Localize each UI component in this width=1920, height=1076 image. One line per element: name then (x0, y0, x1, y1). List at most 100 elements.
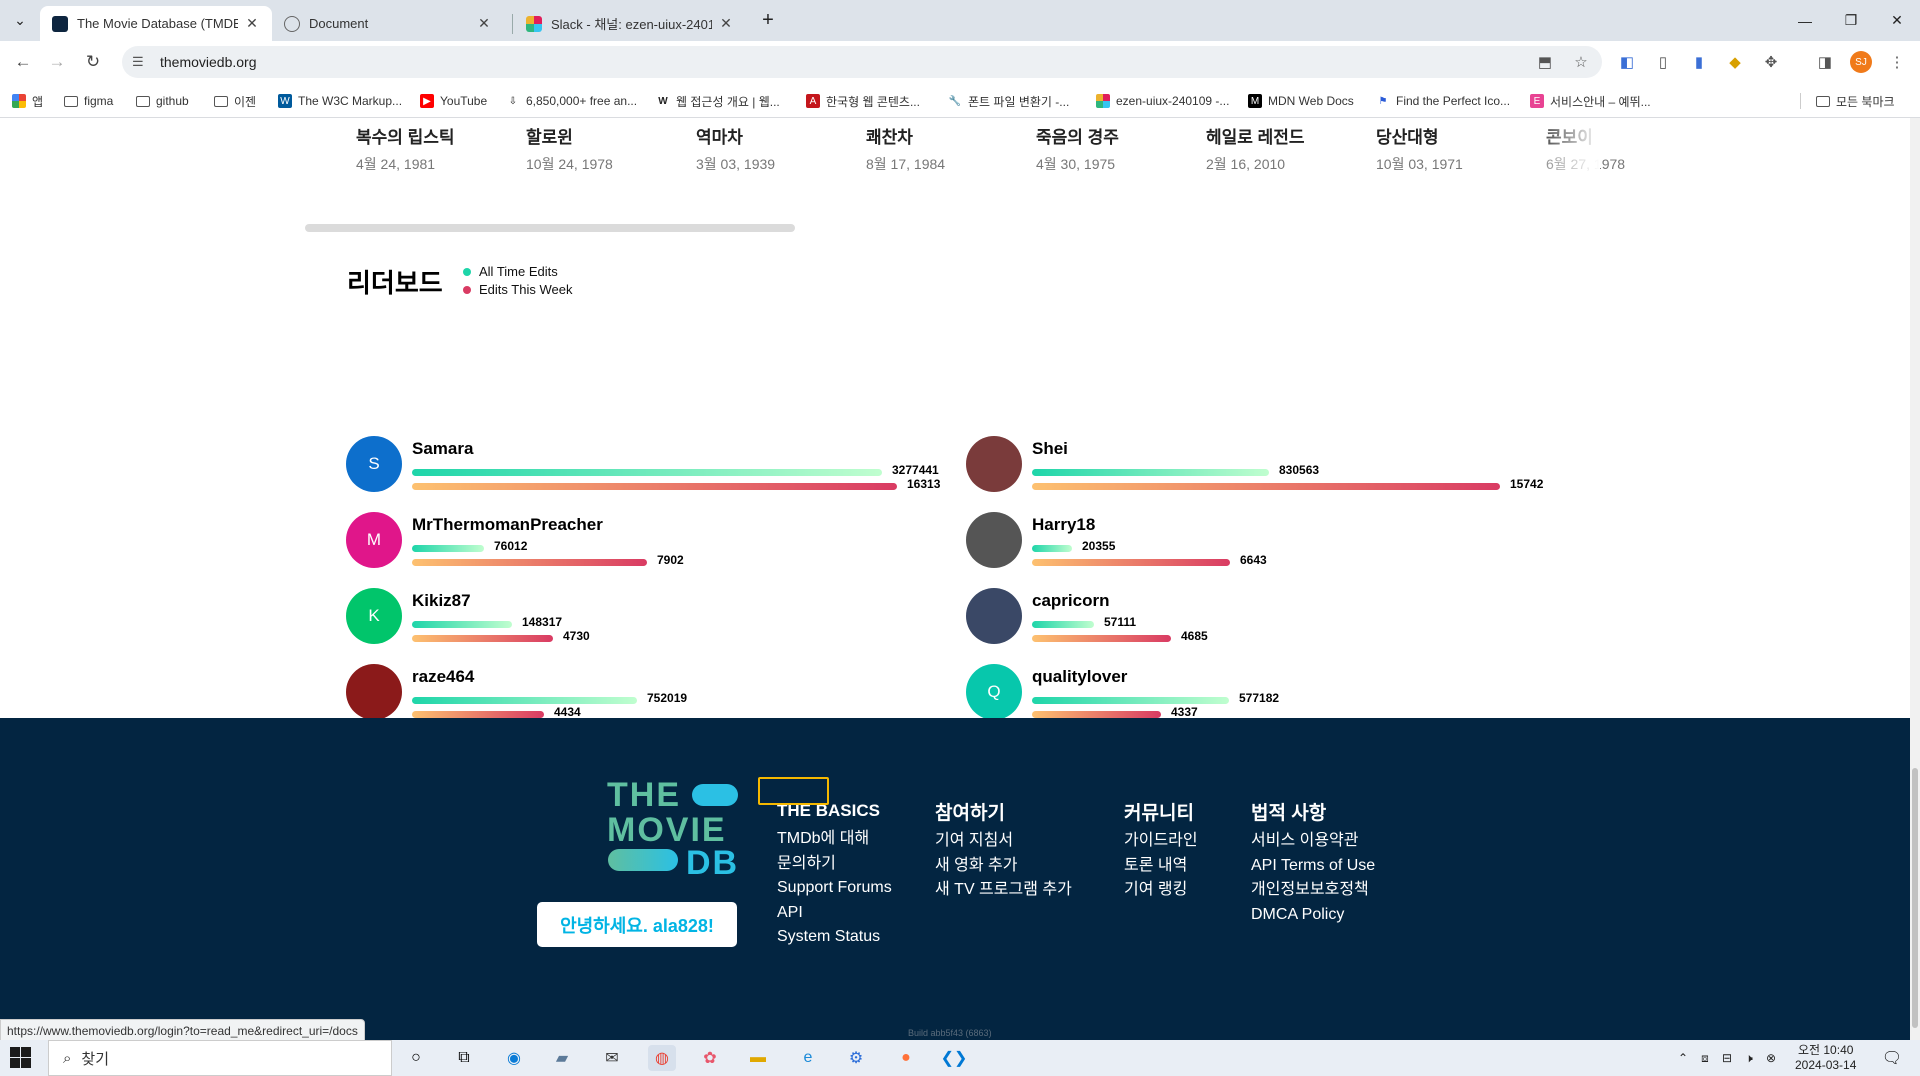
movie-card[interactable]: 헤일로 레전드 2월 16, 2010 (1206, 123, 1366, 174)
footer-link-terms[interactable]: 서비스 이용약관 (1251, 829, 1375, 854)
footer-link-contact[interactable]: 문의하기 (777, 852, 892, 877)
movie-title[interactable]: 죽음의 경주 (1036, 123, 1196, 148)
bookmark-github[interactable]: github (136, 91, 189, 111)
bookmark-figma[interactable]: figma (64, 91, 113, 111)
app-icon[interactable]: ⚙ (842, 1045, 870, 1071)
cortana-icon[interactable]: ○ (402, 1045, 430, 1071)
username-link[interactable]: capricorn (1032, 591, 1109, 611)
firefox-icon[interactable]: ● (892, 1045, 920, 1071)
bookmark-free-icons[interactable]: ⇩ 6,850,000+ free an... (506, 91, 637, 111)
bookmark-apps[interactable]: 앱 (12, 91, 43, 111)
footer-link-support-forums[interactable]: Support Forums (777, 876, 892, 901)
app-icon[interactable]: ✿ (696, 1045, 724, 1071)
bookmark-star-icon[interactable]: ☆ (1570, 51, 1592, 73)
avatar[interactable]: Q (966, 664, 1022, 720)
chrome-icon[interactable]: ◍ (648, 1045, 676, 1071)
footer-link-leaderboard[interactable]: 기여 랭킹 (1124, 878, 1198, 903)
footer-link-discussions[interactable]: 토론 내역 (1124, 854, 1198, 879)
movie-card[interactable]: 당산대형 10월 03, 1971 (1376, 123, 1536, 174)
avatar[interactable] (966, 512, 1022, 568)
volume-muted-icon[interactable]: 🕨 (1738, 1051, 1760, 1066)
scrollbar-thumb[interactable] (1912, 768, 1918, 1028)
tab-tmdb[interactable]: The Movie Database (TMDB) ✕ (40, 6, 272, 41)
movie-title[interactable]: 복수의 립스틱 (356, 123, 516, 148)
bookmark-web-a11y[interactable]: W 웹 접근성 개요 | 웹... (656, 91, 779, 111)
bookmark-slack[interactable]: ezen-uiux-240109 -... (1096, 91, 1229, 111)
movie-card[interactable]: 할로윈 10월 24, 1978 (526, 123, 686, 174)
restore-icon[interactable]: ❐ (1828, 0, 1874, 41)
username-link[interactable]: Samara (412, 439, 473, 459)
notification-status-icon[interactable]: ⊗ (1760, 1051, 1782, 1065)
vertical-scrollbar[interactable] (1910, 118, 1920, 1040)
username-link[interactable]: Kikiz87 (412, 591, 471, 611)
app-tray-icon[interactable]: ⧈ (1694, 1051, 1716, 1066)
bookmark-font-converter[interactable]: 🔧 폰트 파일 변환기 -... (948, 91, 1070, 111)
username-link[interactable]: raze464 (412, 667, 474, 687)
tab-search-icon[interactable]: ⌄ (0, 0, 40, 41)
close-tab-icon[interactable]: ✕ (476, 15, 492, 32)
footer-link-api[interactable]: API (777, 901, 892, 926)
extension-icon[interactable]: ◆ (1724, 51, 1746, 73)
extensions-puzzle-icon[interactable]: ✥ (1760, 51, 1782, 73)
footer-link-dmca[interactable]: DMCA Policy (1251, 903, 1375, 928)
bookmark-w3c[interactable]: W The W3C Markup... (278, 91, 402, 111)
greeting-button[interactable]: 안녕하세요. ala828! (537, 902, 737, 947)
avatar[interactable] (966, 588, 1022, 644)
movie-title[interactable]: 쾌찬차 (866, 123, 1026, 148)
movie-card[interactable]: 죽음의 경주 4월 30, 1975 (1036, 123, 1196, 174)
file-explorer-icon[interactable]: ▬ (744, 1045, 772, 1071)
profile-avatar[interactable]: SJ (1850, 51, 1872, 73)
avatar[interactable] (966, 436, 1022, 492)
close-window-icon[interactable]: ✕ (1874, 0, 1920, 41)
tab-slack[interactable]: Slack - 채널: ezen-uiux-240109 ✕ (514, 6, 746, 41)
footer-link-guidelines[interactable]: 가이드라인 (1124, 829, 1198, 854)
address-bar[interactable]: ☰ themoviedb.org (122, 46, 1602, 78)
footer-link-api-terms[interactable]: API Terms of Use (1251, 854, 1375, 879)
movie-title[interactable]: 할로윈 (526, 123, 686, 148)
avatar[interactable]: S (346, 436, 402, 492)
extension-icon[interactable]: ◧ (1616, 51, 1638, 73)
movie-card[interactable]: 역마차 3월 03, 1939 (696, 123, 856, 174)
footer-link-privacy[interactable]: 개인정보보호정책 (1251, 878, 1375, 903)
footer-link-bible[interactable]: 기여 지침서 (935, 829, 1072, 854)
username-link[interactable]: Harry18 (1032, 515, 1095, 535)
taskbar-search[interactable]: ⌕ 찾기 (48, 1040, 392, 1076)
movie-title[interactable]: 역마차 (696, 123, 856, 148)
forward-icon[interactable]: → (42, 47, 72, 77)
movie-title[interactable]: 헤일로 레전드 (1206, 123, 1366, 148)
horizontal-scrollbar[interactable] (305, 224, 795, 232)
footer-link-system-status[interactable]: System Status (777, 925, 892, 950)
reload-icon[interactable]: ↻ (78, 47, 108, 77)
network-icon[interactable]: ⊟ (1716, 1051, 1738, 1065)
close-tab-icon[interactable]: ✕ (244, 15, 260, 32)
minimize-icon[interactable]: — (1782, 0, 1828, 41)
movie-title[interactable]: 당산대형 (1376, 123, 1536, 148)
bookmark-service[interactable]: E 서비스안내 – 예뛰... (1530, 91, 1651, 111)
movie-card[interactable]: 복수의 립스틱 4월 24, 1981 (356, 123, 516, 174)
bookmark-ezen[interactable]: 이젠 (214, 91, 256, 111)
internet-explorer-icon[interactable]: e (794, 1045, 822, 1071)
username-link[interactable]: Shei (1032, 439, 1068, 459)
extension-icon[interactable]: ▯ (1652, 51, 1674, 73)
side-panel-icon[interactable]: ◨ (1814, 51, 1836, 73)
bookmark-icons[interactable]: ⚑ Find the Perfect Ico... (1376, 91, 1511, 111)
extension-icon[interactable]: ▮ (1688, 51, 1710, 73)
footer-link-add-movie[interactable]: 새 영화 추가 (935, 854, 1072, 879)
notifications-icon[interactable]: 🗨 (1878, 1045, 1906, 1071)
bookmark-kwcag[interactable]: A 한국형 웹 콘텐츠... (806, 91, 920, 111)
mail-icon[interactable]: ✉ (598, 1045, 626, 1071)
avatar[interactable]: M (346, 512, 402, 568)
install-app-icon[interactable]: ⬒ (1534, 51, 1556, 73)
menu-kebab-icon[interactable]: ⋮ (1886, 51, 1908, 73)
footer-link-about[interactable]: TMDb에 대해 (777, 827, 892, 852)
new-tab-button[interactable]: + (750, 0, 786, 41)
bookmark-mdn[interactable]: M MDN Web Docs (1248, 91, 1354, 111)
task-view-icon[interactable]: ⧉ (450, 1045, 478, 1071)
windows-start-icon[interactable] (10, 1047, 32, 1069)
chevron-up-icon[interactable]: ⌃ (1672, 1051, 1694, 1065)
bookmark-youtube[interactable]: ▶ YouTube (420, 91, 487, 111)
clock[interactable]: 오전 10:40 2024-03-14 (1795, 1043, 1856, 1073)
back-icon[interactable]: ← (8, 47, 38, 77)
edge-icon[interactable]: ◉ (500, 1045, 528, 1071)
username-link[interactable]: MrThermomanPreacher (412, 515, 603, 535)
